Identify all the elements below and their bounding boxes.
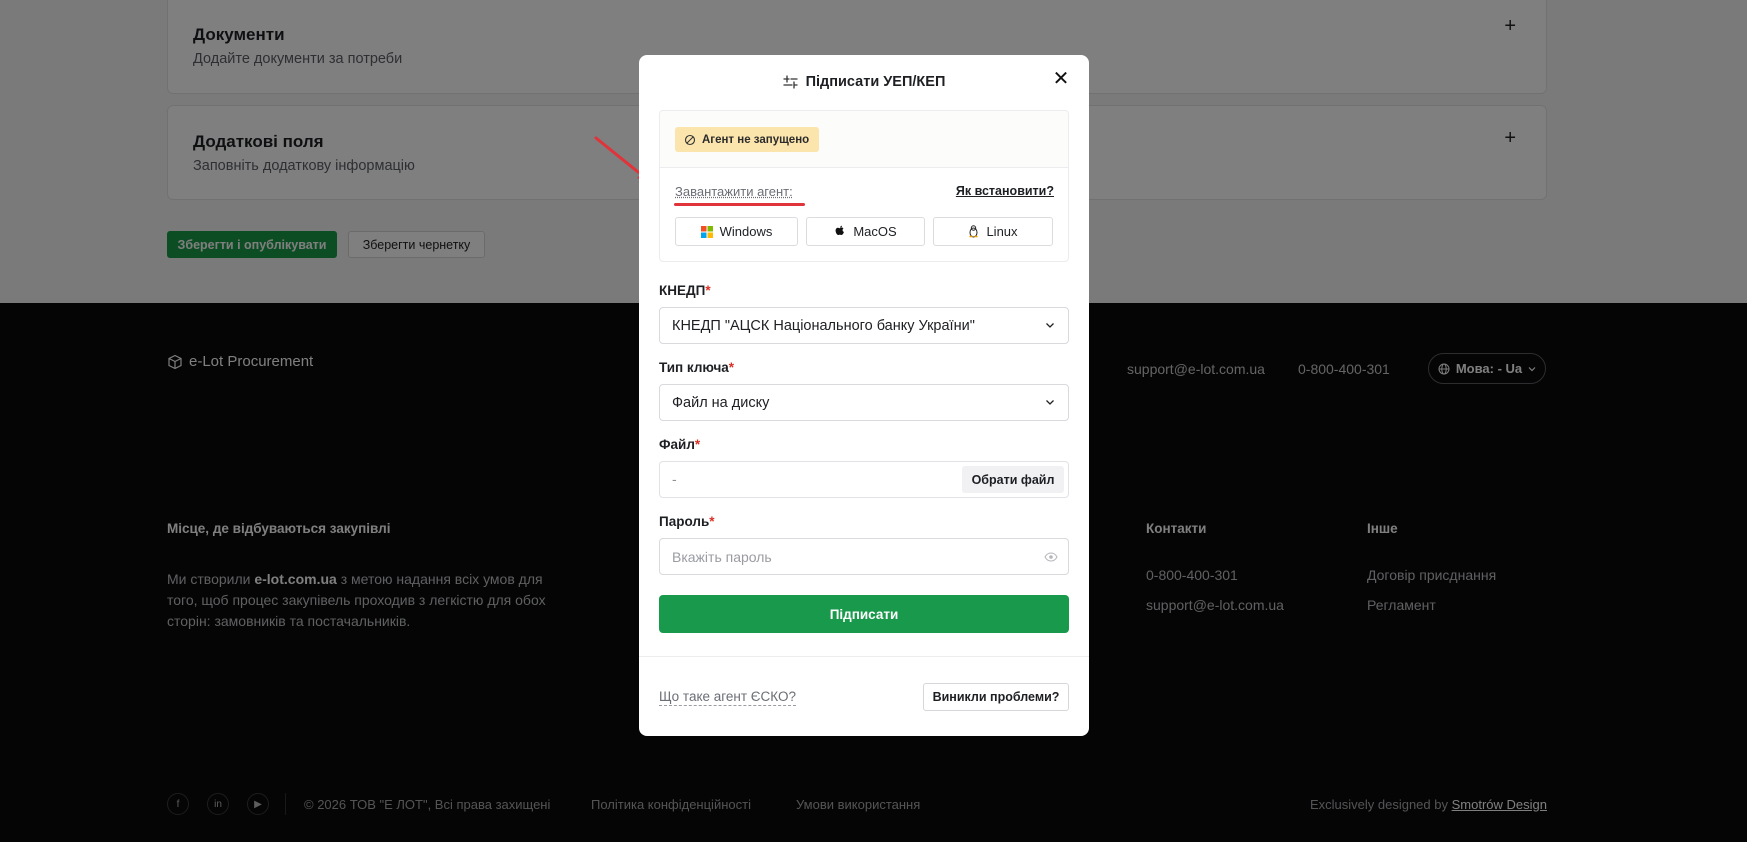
macos-label: MacOS <box>853 224 897 239</box>
sign-modal: Підписати УЕП/КЕП ✕ Агент не запущено За… <box>639 55 1089 736</box>
kndp-label: КНЕДП* <box>659 283 711 298</box>
annotation-underline <box>674 203 805 206</box>
key-type-select[interactable]: Файл на диску <box>659 384 1069 421</box>
download-windows-button[interactable]: Windows <box>675 217 798 246</box>
linux-label: Linux <box>986 224 1018 239</box>
close-icon[interactable]: ✕ <box>1051 69 1071 89</box>
choose-file-button[interactable]: Обрати файл <box>962 466 1064 493</box>
agent-status-badge: Агент не запущено <box>675 127 820 152</box>
download-linux-button[interactable]: Linux <box>933 217 1053 246</box>
agent-panel: Агент не запущено Завантажити агент: Як … <box>659 110 1069 262</box>
password-label: Пароль* <box>659 514 715 529</box>
chevron-down-icon <box>1046 323 1054 328</box>
sign-button[interactable]: Підписати <box>659 595 1069 633</box>
download-agent-label: Завантажити агент: <box>675 184 793 199</box>
agent-status-icon <box>684 134 696 145</box>
password-input[interactable]: Вкажіть пароль <box>659 538 1069 575</box>
key-type-label: Тип ключа* <box>659 360 735 375</box>
how-to-install-link[interactable]: Як встановити? <box>956 184 1054 198</box>
apple-icon <box>835 225 845 235</box>
problems-button[interactable]: Виникли проблеми? <box>923 683 1069 711</box>
file-value: - <box>672 471 677 487</box>
password-placeholder: Вкажіть пароль <box>672 548 772 565</box>
agent-status-bar: Агент не запущено <box>660 111 1068 168</box>
kndp-value: КНЕДП "АЦСК Національного банку України" <box>672 317 975 334</box>
windows-icon <box>700 225 713 238</box>
file-input[interactable]: - Обрати файл <box>659 461 1069 498</box>
download-macos-button[interactable]: MacOS <box>806 217 925 246</box>
file-label: Файл* <box>659 437 701 452</box>
eye-icon[interactable] <box>1044 551 1058 563</box>
modal-header: Підписати УЕП/КЕП <box>639 74 1089 90</box>
chevron-down-icon <box>1046 400 1054 405</box>
modal-title: Підписати УЕП/КЕП <box>805 74 946 90</box>
signature-icon <box>782 75 798 89</box>
windows-label: Windows <box>719 224 773 239</box>
what-is-agent-link[interactable]: Що таке агент ЄСКО? <box>659 689 796 706</box>
linux-icon <box>969 225 978 238</box>
kndp-select[interactable]: КНЕДП "АЦСК Національного банку України" <box>659 307 1069 344</box>
key-type-value: Файл на диску <box>672 394 770 411</box>
modal-divider <box>639 656 1089 657</box>
agent-status-text: Агент не запущено <box>702 133 810 146</box>
